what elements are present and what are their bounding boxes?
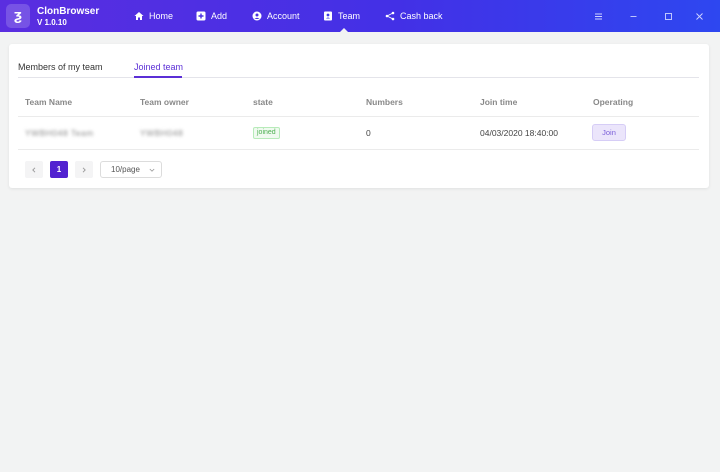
column-header-join-time: Join time — [480, 97, 518, 107]
nav-account[interactable]: Account — [252, 0, 300, 32]
chevron-down-icon — [149, 168, 155, 172]
cell-join-time: 04/03/2020 18:40:00 — [480, 128, 558, 138]
cell-team-name: YWBH048 Team — [25, 128, 94, 138]
logo-icon: ƺ — [14, 7, 22, 24]
user-circle-icon — [252, 11, 262, 21]
column-header-team-owner: Team owner — [140, 97, 189, 107]
nav-team-label: Team — [338, 11, 361, 21]
top-bar: ƺ ClonBrowser V 1.0.10 Home Add Account … — [0, 0, 720, 32]
header-divider — [18, 116, 699, 117]
status-badge: joined — [253, 127, 280, 139]
share-icon — [385, 11, 395, 21]
minimize-icon — [630, 15, 636, 17]
tab-joined-team[interactable]: Joined team — [134, 62, 183, 72]
join-button[interactable]: Join — [592, 124, 626, 141]
nav-add[interactable]: Add — [196, 0, 227, 32]
column-header-team-name: Team Name — [25, 97, 73, 107]
active-tab-underline — [134, 76, 182, 78]
nav-cash-back-label: Cash back — [400, 11, 443, 21]
app-name: ClonBrowser — [37, 6, 100, 17]
minimize-button[interactable] — [626, 9, 640, 23]
plus-square-icon — [196, 11, 206, 21]
prev-page-button[interactable] — [25, 161, 43, 178]
team-icon — [324, 11, 332, 21]
close-icon — [695, 12, 703, 20]
team-tabs: Members of my team Joined team — [18, 58, 699, 78]
nav-home-label: Home — [149, 11, 174, 21]
cell-numbers: 0 — [366, 128, 371, 138]
column-header-numbers: Numbers — [366, 97, 403, 107]
chevron-left-icon — [32, 166, 36, 173]
maximize-button[interactable] — [661, 9, 675, 23]
app-version: V 1.0.10 — [37, 18, 67, 27]
cell-team-owner: YWBH048 — [140, 128, 184, 138]
column-header-operating: Operating — [593, 97, 634, 107]
maximize-icon — [664, 12, 672, 20]
row-divider — [18, 149, 699, 150]
page-number-current[interactable]: 1 — [50, 161, 68, 178]
menu-button[interactable] — [591, 9, 605, 23]
next-page-button[interactable] — [75, 161, 93, 178]
app-logo: ƺ — [6, 4, 30, 28]
team-panel: Members of my team Joined team Team Name… — [9, 44, 709, 188]
close-button[interactable] — [692, 9, 706, 23]
home-icon — [134, 12, 144, 20]
tab-members-of-my-team[interactable]: Members of my team — [18, 62, 103, 72]
nav-account-label: Account — [267, 11, 300, 21]
column-header-state: state — [253, 97, 273, 107]
active-nav-indicator — [340, 28, 348, 32]
page-size-select[interactable]: 10/page — [100, 161, 162, 178]
chevron-right-icon — [82, 166, 86, 173]
page-size-value: 10/page — [111, 165, 140, 174]
menu-icon — [594, 13, 602, 19]
nav-add-label: Add — [211, 11, 228, 21]
nav-cash-back[interactable]: Cash back — [385, 0, 443, 32]
nav-home[interactable]: Home — [134, 0, 173, 32]
